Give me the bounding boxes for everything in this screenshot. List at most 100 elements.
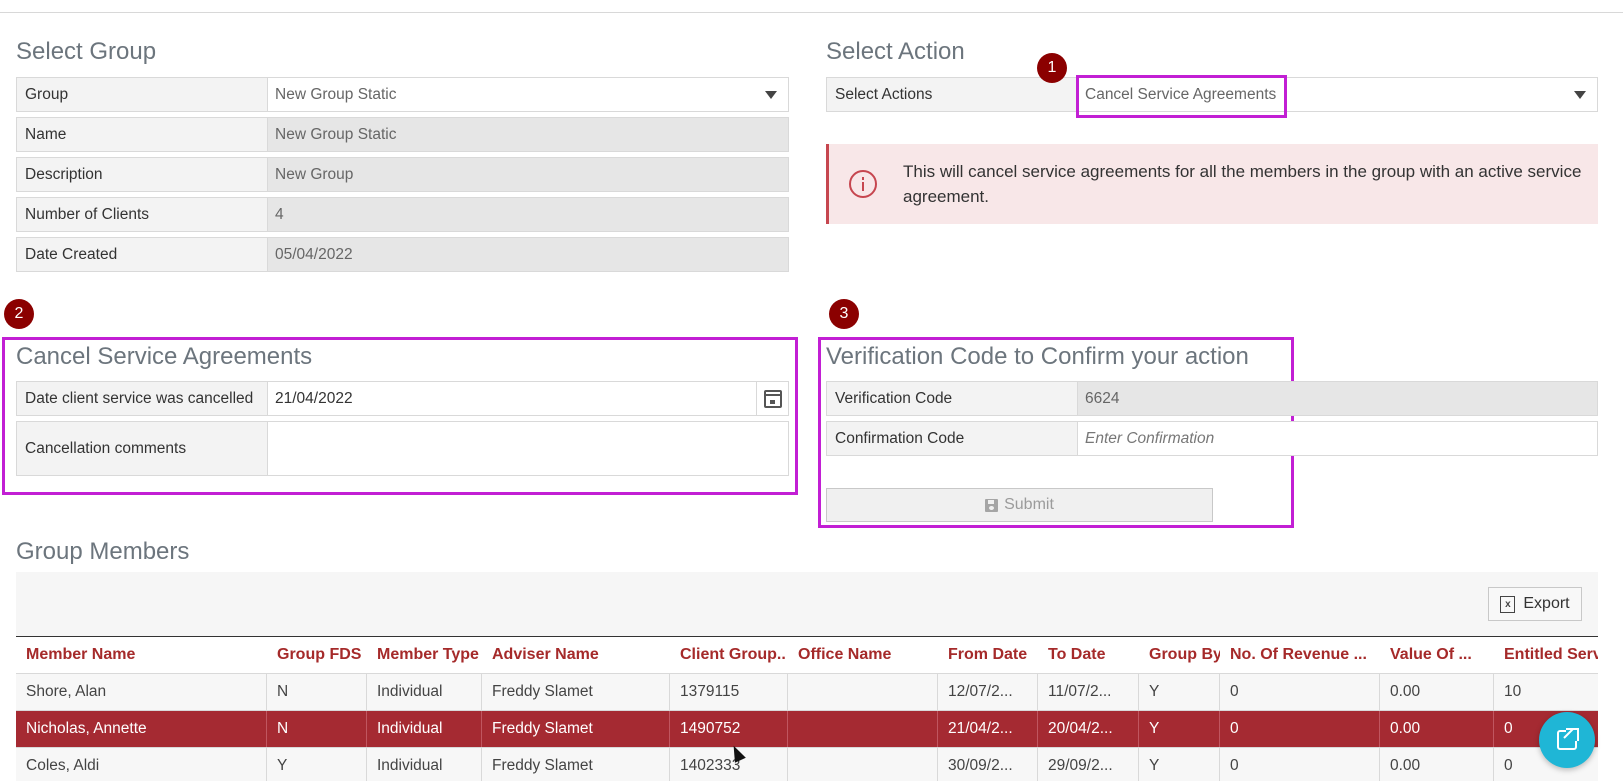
- cell-office-name: [788, 748, 938, 781]
- calendar-icon: [763, 389, 782, 408]
- cancel-date-row: Date client service was cancelled 21/04/…: [16, 381, 789, 416]
- table-row-selected[interactable]: Nicholas, Annette N Individual Freddy Sl…: [16, 711, 1598, 748]
- cell-client-group: 1402333: [670, 748, 788, 781]
- chevron-down-icon: [765, 90, 777, 99]
- cell-group-by: Y: [1139, 674, 1220, 710]
- col-from-date[interactable]: From Date: [938, 637, 1038, 673]
- group-select[interactable]: New Group Static: [268, 78, 788, 111]
- col-office-name[interactable]: Office Name: [788, 637, 938, 673]
- table-row[interactable]: Shore, Alan N Individual Freddy Slamet 1…: [16, 674, 1598, 711]
- select-action-title: Select Action: [826, 38, 965, 65]
- clients-row: Number of Clients 4: [16, 197, 789, 232]
- description-row: Description New Group: [16, 157, 789, 192]
- verification-code-field: 6624: [1078, 382, 1597, 415]
- cell-from-date: 12/07/2...: [938, 674, 1038, 710]
- excel-icon: x: [1500, 595, 1516, 613]
- submit-button[interactable]: Submit: [826, 488, 1213, 522]
- group-label: Group: [17, 78, 268, 111]
- cell-to-date: 29/09/2...: [1038, 748, 1139, 781]
- step-badge-3: 3: [829, 299, 859, 329]
- top-divider: [0, 12, 1623, 13]
- cancel-date-input[interactable]: 21/04/2022: [268, 382, 788, 415]
- col-to-date[interactable]: To Date: [1038, 637, 1139, 673]
- actions-row: Select Actions Cancel Service Agreements: [826, 77, 1598, 112]
- select-group-title: Select Group: [16, 38, 157, 65]
- col-member-type[interactable]: Member Type: [367, 637, 482, 673]
- col-group-by[interactable]: Group By: [1139, 637, 1220, 673]
- cell-group-fds: Y: [267, 748, 367, 781]
- info-circle-icon: [849, 170, 877, 198]
- actions-select-value: Cancel Service Agreements: [1085, 85, 1277, 103]
- col-group-fds[interactable]: Group FDS: [267, 637, 367, 673]
- name-label: Name: [17, 118, 268, 151]
- confirmation-code-input[interactable]: Enter Confirmation: [1078, 422, 1597, 455]
- description-label: Description: [17, 158, 268, 191]
- cell-entitled: 10: [1504, 683, 1522, 700]
- cell-office-name: [788, 711, 938, 747]
- cell-member-type: Individual: [367, 674, 482, 710]
- cell-revenue: 0: [1220, 711, 1380, 747]
- submit-label: Submit: [1004, 496, 1054, 513]
- chevron-down-icon: [1574, 90, 1586, 99]
- comments-label: Cancellation comments: [17, 422, 268, 475]
- grid-header: Member Name Group FDS Member Type Advise…: [16, 637, 1598, 674]
- verification-code-row: Verification Code 6624: [826, 381, 1598, 416]
- date-created-row: Date Created 05/04/2022: [16, 237, 789, 272]
- cell-to-date: 11/07/2...: [1038, 674, 1139, 710]
- cell-member-name: Shore, Alan: [16, 674, 267, 710]
- cell-member-name: Nicholas, Annette: [16, 711, 267, 747]
- cancel-date-label: Date client service was cancelled: [17, 382, 268, 415]
- group-members-grid: Member Name Group FDS Member Type Advise…: [16, 637, 1598, 781]
- cell-from-date: 21/04/2...: [938, 711, 1038, 747]
- confirmation-code-label: Confirmation Code: [827, 422, 1078, 455]
- cell-member-type: Individual: [367, 711, 482, 747]
- cell-value-of: 0.00: [1380, 711, 1494, 747]
- cancel-date-value: 21/04/2022: [275, 389, 353, 407]
- step-badge-1: 1: [1037, 53, 1067, 83]
- share-fab-button[interactable]: [1539, 712, 1595, 768]
- comments-row: Cancellation comments: [16, 421, 789, 476]
- actions-label: Select Actions: [827, 78, 1078, 111]
- calendar-button[interactable]: [756, 382, 788, 415]
- name-row: Name New Group Static: [16, 117, 789, 152]
- date-created-label: Date Created: [17, 238, 268, 271]
- col-revenue[interactable]: No. Of Revenue ...: [1220, 637, 1380, 673]
- share-icon: [1557, 728, 1579, 750]
- cell-value-of: 0.00: [1380, 674, 1494, 710]
- cancel-section-title: Cancel Service Agreements: [16, 343, 313, 370]
- cell-adviser-name: Freddy Slamet: [482, 711, 670, 747]
- cell-from-date: 30/09/2...: [938, 748, 1038, 781]
- col-member-name[interactable]: Member Name: [16, 637, 267, 673]
- cell-to-date: 20/04/2...: [1038, 711, 1139, 747]
- export-label: Export: [1523, 595, 1570, 612]
- col-value-of[interactable]: Value Of ...: [1380, 637, 1494, 673]
- step-badge-2: 2: [4, 299, 34, 329]
- grid-toolbar: x Export: [16, 572, 1598, 637]
- group-select-value: New Group Static: [275, 85, 397, 103]
- cell-member-type: Individual: [367, 748, 482, 781]
- clients-label: Number of Clients: [17, 198, 268, 231]
- cell-revenue: 0: [1220, 748, 1380, 781]
- name-field: New Group Static: [268, 118, 788, 151]
- clients-field: 4: [268, 198, 788, 231]
- export-button[interactable]: x Export: [1488, 587, 1582, 621]
- description-field: New Group: [268, 158, 788, 191]
- date-created-field: 05/04/2022: [268, 238, 788, 271]
- table-row[interactable]: Coles, Aldi Y Individual Freddy Slamet 1…: [16, 748, 1598, 781]
- cell-group-by: Y: [1139, 748, 1220, 781]
- cell-adviser-name: Freddy Slamet: [482, 674, 670, 710]
- comments-textarea[interactable]: [268, 422, 788, 475]
- alert-message: This will cancel service agreements for …: [903, 162, 1582, 206]
- verification-code-label: Verification Code: [827, 382, 1078, 415]
- actions-select[interactable]: Cancel Service Agreements: [1078, 78, 1597, 111]
- cell-value-of: 0.00: [1380, 748, 1494, 781]
- cell-client-group: 1490752: [670, 711, 788, 747]
- cell-revenue: 0: [1220, 674, 1380, 710]
- col-entitled[interactable]: Entitled Servic: [1494, 637, 1598, 673]
- cell-member-name: Coles, Aldi: [16, 748, 267, 781]
- col-client-group[interactable]: Client Group..: [670, 637, 788, 673]
- cell-adviser-name: Freddy Slamet: [482, 748, 670, 781]
- col-adviser-name[interactable]: Adviser Name: [482, 637, 670, 673]
- cell-group-fds: N: [267, 674, 367, 710]
- group-members-title: Group Members: [16, 538, 190, 565]
